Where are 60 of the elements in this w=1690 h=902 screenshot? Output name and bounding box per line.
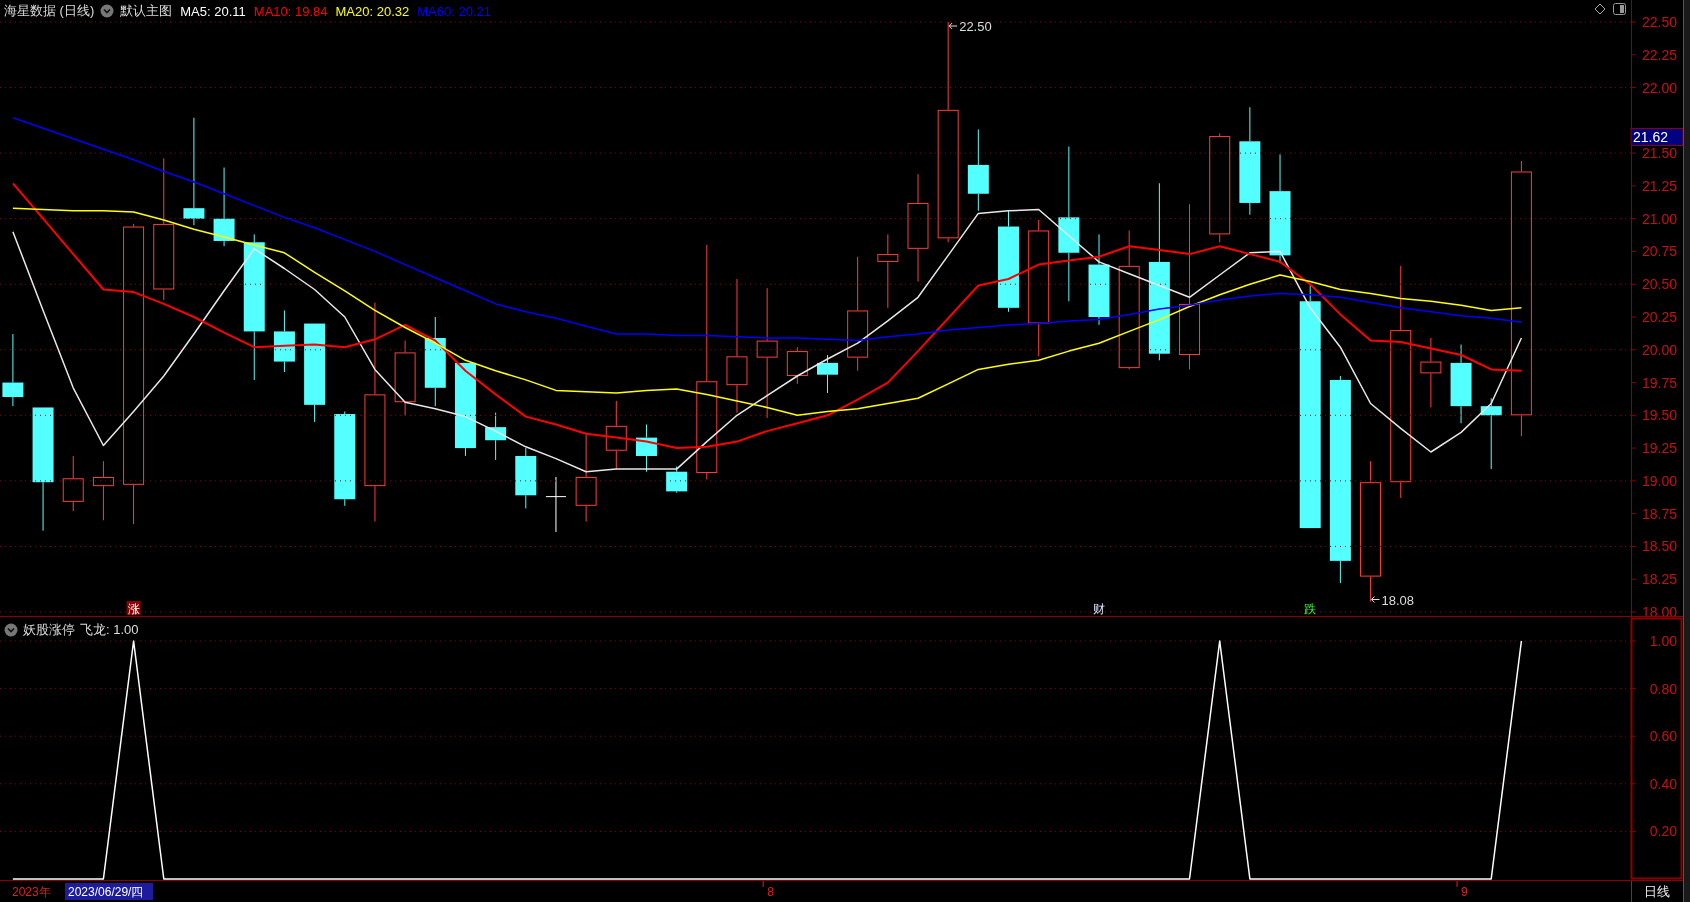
- candlestick: [485, 412, 507, 461]
- candlestick: [1420, 337, 1442, 408]
- candlestick: [817, 354, 838, 394]
- price-extreme-label: 18.08: [1371, 592, 1415, 608]
- diamond-icon[interactable]: [1594, 3, 1606, 15]
- axis-label: 20.75: [1641, 243, 1677, 260]
- signal-mark: 涨: [126, 601, 141, 616]
- axis-label: 20.25: [1641, 309, 1677, 325]
- axis-label: 19.25: [1641, 440, 1677, 457]
- indicator-reading: MA5: 20.11: [180, 3, 246, 19]
- indicator-reading: MA20: 20.32: [335, 3, 410, 19]
- year-label: 2023年: [12, 885, 51, 899]
- indicator-reading: MA60: 20.21: [417, 3, 491, 19]
- indicator-reading: 飞龙: 1.00: [80, 621, 139, 639]
- candlestick: [273, 309, 295, 373]
- candlestick: [515, 447, 537, 509]
- candlestick: [92, 460, 114, 521]
- signal-mark: 财: [1093, 602, 1105, 616]
- axis-label: 0.60: [1649, 728, 1677, 745]
- signal-mark: 跌: [1304, 602, 1317, 616]
- indicator-reading: MA10: 19.84: [253, 3, 328, 19]
- axis-label: 22.00: [1641, 79, 1677, 96]
- axis-label: 19.50: [1641, 407, 1677, 424]
- month-label: 9: [1461, 885, 1468, 899]
- axis-label: 18.75: [1641, 505, 1677, 522]
- side-scrollbar[interactable]: [1683, 0, 1690, 902]
- axis-label: 20.50: [1641, 276, 1677, 293]
- candlestick: [666, 465, 688, 494]
- period-label[interactable]: 日线: [1644, 884, 1670, 899]
- axis-label: 19.75: [1641, 374, 1677, 391]
- candlestick: [62, 455, 84, 512]
- annotation: 22.50: [959, 19, 992, 34]
- axis-label: 18.50: [1641, 538, 1677, 555]
- axis-label: 1.00: [1649, 633, 1677, 649]
- axis-label: 0.80: [1649, 680, 1677, 697]
- axis-label: 21.25: [1641, 177, 1677, 194]
- candlestick: [786, 346, 808, 385]
- axis-label: 21.00: [1641, 210, 1677, 227]
- axis-label: 19.00: [1641, 472, 1677, 489]
- panel-toggle-icon[interactable]: [1613, 3, 1626, 15]
- cursor-date-label: 2023/06/29/四: [65, 883, 153, 900]
- axis-label: 0.20: [1649, 823, 1677, 840]
- indicator-title: 妖股涨停: [23, 621, 75, 639]
- candlestick: [545, 476, 567, 533]
- annotation: 18.08: [1381, 592, 1415, 608]
- axis-label: 22.50: [1641, 14, 1677, 30]
- template-label[interactable]: 默认主图: [120, 2, 173, 20]
- month-label: 8: [767, 885, 774, 899]
- axis-label: 21.50: [1641, 145, 1677, 162]
- candlestick: [605, 400, 627, 470]
- axis-label: 0.40: [1649, 775, 1677, 792]
- current-price-label: 21.62: [1630, 128, 1683, 146]
- axis-label: 20.00: [1641, 341, 1677, 358]
- chart-title: 海星数据 (日线): [4, 2, 95, 20]
- candlestick: [635, 424, 657, 473]
- collapse-icon[interactable]: [4, 623, 18, 637]
- axis-label: 18.25: [1641, 571, 1677, 588]
- collapse-icon[interactable]: [100, 4, 115, 18]
- price-extreme-label: 22.50: [948, 19, 992, 34]
- axis-label: 22.25: [1641, 46, 1677, 63]
